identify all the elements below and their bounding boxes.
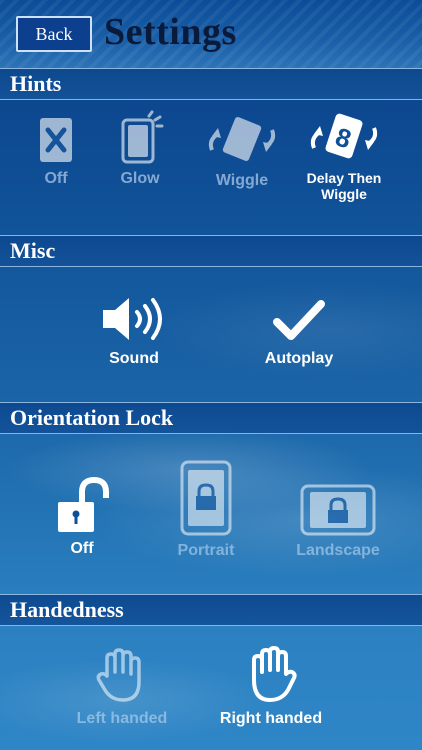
checkmark-icon <box>273 300 325 340</box>
page-title: Settings <box>104 11 237 53</box>
hint-option-wiggle[interactable]: Wiggle <box>200 114 284 190</box>
orientation-option-landscape-label: Landscape <box>296 542 380 559</box>
hint-option-wiggle-label: Wiggle <box>215 172 269 189</box>
section-header-hints: Hints <box>0 68 422 100</box>
orientation-option-off-label: Off <box>70 540 94 557</box>
hint-option-delay-then-wiggle[interactable]: 8 Delay Then Wiggle <box>296 112 392 202</box>
misc-option-autoplay-label: Autoplay <box>264 350 334 367</box>
orientation-option-landscape[interactable]: Landscape <box>288 484 388 560</box>
section-header-handedness: Handedness <box>0 594 422 626</box>
unlocked-padlock-icon <box>58 476 109 532</box>
delay-wiggle-icon: 8 <box>310 113 378 159</box>
orientation-option-portrait[interactable]: Portrait <box>166 460 246 560</box>
wiggle-card-icon <box>208 117 276 161</box>
left-hand-icon <box>96 648 141 702</box>
section-header-misc: Misc <box>0 235 422 267</box>
portrait-lock-icon <box>180 460 232 536</box>
hint-option-off-label: Off <box>44 170 68 187</box>
hint-option-glow-label: Glow <box>120 170 160 187</box>
handedness-option-right-label: Right handed <box>219 710 323 727</box>
section-header-orientation-lock: Orientation Lock <box>0 402 422 434</box>
handedness-option-left[interactable]: Left handed <box>62 648 182 728</box>
misc-option-autoplay[interactable]: Autoplay <box>254 296 344 368</box>
x-card-icon <box>40 118 72 162</box>
hint-option-glow[interactable]: Glow <box>110 110 170 188</box>
hint-option-delay-then-wiggle-label: Delay Then Wiggle <box>306 170 382 202</box>
hint-option-off[interactable]: Off <box>26 116 86 188</box>
handedness-option-right[interactable]: Right handed <box>206 646 336 728</box>
back-button[interactable]: Back <box>16 16 92 52</box>
orientation-option-off[interactable]: Off <box>52 476 112 558</box>
right-hand-icon <box>252 646 297 702</box>
glow-card-icon <box>121 110 164 164</box>
speaker-icon <box>103 298 162 340</box>
landscape-lock-icon <box>300 484 376 536</box>
orientation-option-portrait-label: Portrait <box>177 542 235 559</box>
misc-option-sound[interactable]: Sound <box>94 294 174 368</box>
handedness-option-left-label: Left handed <box>76 710 168 727</box>
misc-option-sound-label: Sound <box>109 350 159 367</box>
